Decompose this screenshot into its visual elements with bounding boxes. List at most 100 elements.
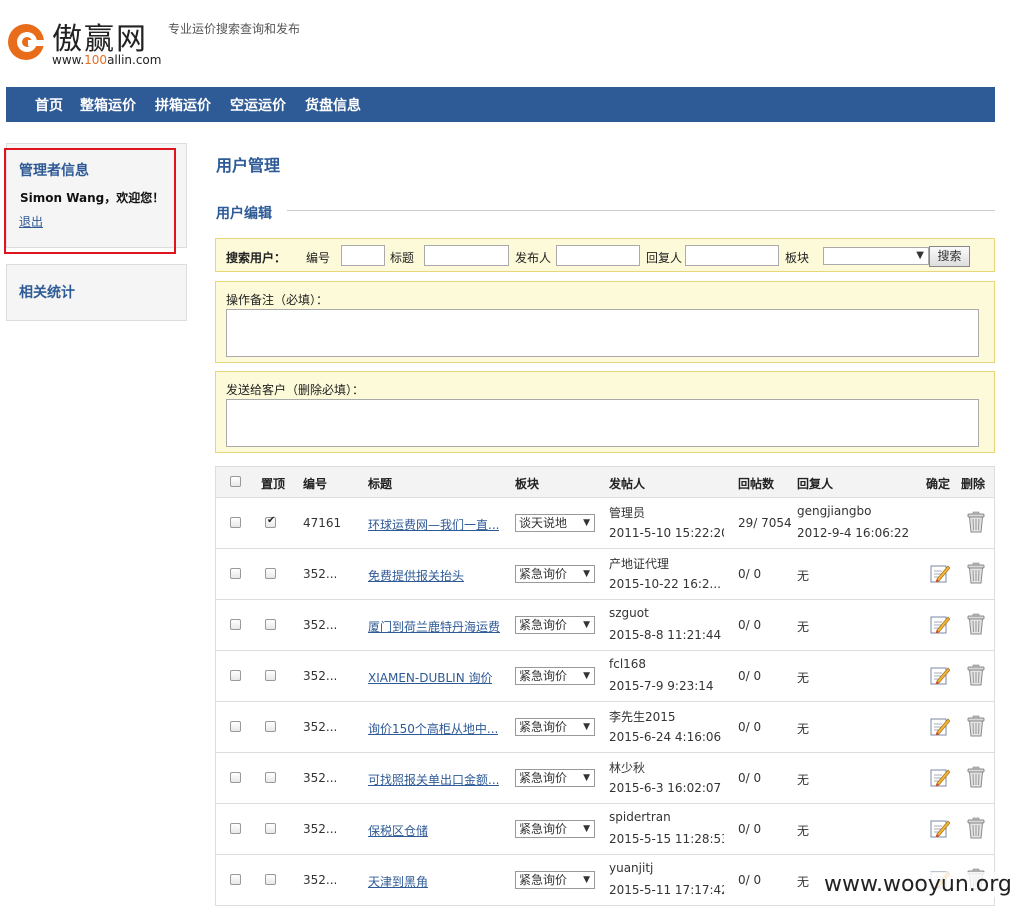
row-select-checkbox[interactable] <box>230 721 241 732</box>
row-board-select[interactable]: 紧急询价 ▼ <box>515 871 595 889</box>
trash-icon[interactable] <box>967 715 985 737</box>
row-replier: gengjiangbo <box>797 504 872 518</box>
row-replies: 0/ 0 <box>738 618 762 632</box>
row-board-value: 紧急询价 <box>519 669 568 683</box>
table-row: 352... 可找照报关单出口金额... 紧急询价 ▼ 林少秋 2015-6-3 16:0… <box>216 753 994 804</box>
row-pin-checkbox[interactable] <box>265 515 276 528</box>
th-delete: 删除 <box>961 477 986 491</box>
edit-icon[interactable] <box>930 716 951 736</box>
row-post-time: 2015-6-24 4:16:06 <box>609 730 722 744</box>
th-poster: 发帖人 <box>609 477 646 491</box>
row-id: 352... <box>303 822 338 836</box>
board-select[interactable]: ▼ <box>823 247 929 265</box>
row-poster: 产地证代理 <box>609 557 670 571</box>
chevron-down-icon: ▼ <box>583 875 590 885</box>
trash-icon[interactable] <box>967 766 985 788</box>
operation-note-textarea[interactable] <box>226 309 979 357</box>
row-poster: yuanjitj <box>609 861 654 875</box>
nav-lcl-rates[interactable]: 拼箱运价 <box>155 95 211 115</box>
trash-icon[interactable] <box>967 664 985 686</box>
replier-input[interactable] <box>685 245 779 266</box>
row-pin-checkbox[interactable] <box>265 772 276 783</box>
edit-icon[interactable] <box>930 767 951 787</box>
row-post-time: 2015-10-22 16:2... <box>609 577 721 591</box>
row-pin-checkbox[interactable] <box>265 619 276 630</box>
row-pin-checkbox[interactable] <box>265 823 276 834</box>
edit-icon[interactable] <box>930 818 951 838</box>
row-replies: 0/ 0 <box>738 873 762 887</box>
row-select-checkbox[interactable] <box>230 823 241 834</box>
row-replier: 无 <box>797 875 810 889</box>
row-select-checkbox[interactable] <box>230 517 241 528</box>
edit-icon[interactable] <box>930 563 951 583</box>
row-board-select[interactable]: 紧急询价 ▼ <box>515 667 595 685</box>
table-row: 47161 环球运费网—我们一直... 谈天说地 ▼ 管理员 2011-5-10 15:2… <box>216 498 994 549</box>
edit-icon[interactable] <box>930 614 951 634</box>
operation-note-panel: 操作备注（必填）： <box>215 281 995 363</box>
operation-note-label: 操作备注（必填）： <box>226 293 329 307</box>
chevron-down-icon: ▼ <box>583 569 590 579</box>
row-board-select[interactable]: 谈天说地 ▼ <box>515 514 595 532</box>
row-select-checkbox[interactable] <box>230 670 241 681</box>
row-title-link[interactable]: 询价150个高柜从地中... <box>368 720 498 737</box>
row-title-link[interactable]: 厦门到荷兰鹿特丹海运费 <box>368 618 500 635</box>
row-post-time: 2015-5-11 17:17:42 <box>609 883 724 897</box>
row-id: 352... <box>303 720 338 734</box>
title-label: 标题 <box>390 251 415 265</box>
row-id: 47161 <box>303 516 342 530</box>
th-title: 标题 <box>368 477 393 491</box>
edit-icon[interactable] <box>930 665 951 685</box>
nav-fcl-rates[interactable]: 整箱运价 <box>80 95 136 115</box>
main-nav: 首页 整箱运价 拼箱运价 空运运价 货盘信息 <box>6 87 995 122</box>
row-select-checkbox[interactable] <box>230 619 241 630</box>
send-customer-label: 发送给客户（删除必填）： <box>226 383 365 397</box>
poster-input[interactable] <box>556 245 640 266</box>
row-title-link[interactable]: 可找照报关单出口金额... <box>368 771 499 788</box>
row-pin-checkbox[interactable] <box>265 721 276 732</box>
row-title-link[interactable]: 免费提供报关抬头 <box>368 567 464 584</box>
row-reply-time: 2012-9-4 16:06:22 <box>797 526 910 540</box>
row-board-select[interactable]: 紧急询价 ▼ <box>515 565 595 583</box>
id-label: 编号 <box>306 251 331 265</box>
chevron-down-icon: ▼ <box>583 722 590 732</box>
title-input[interactable] <box>424 245 509 266</box>
row-select-checkbox[interactable] <box>230 874 241 885</box>
nav-air-rates[interactable]: 空运运价 <box>230 95 286 115</box>
row-board-select[interactable]: 紧急询价 ▼ <box>515 616 595 634</box>
row-board-select[interactable]: 紧急询价 ▼ <box>515 820 595 838</box>
row-title-link[interactable]: XIAMEN-DUBLIN 询价 <box>368 669 492 686</box>
trash-icon[interactable] <box>967 613 985 635</box>
trash-icon[interactable] <box>967 562 985 584</box>
nav-home[interactable]: 首页 <box>35 95 63 115</box>
chevron-down-icon: ▼ <box>583 518 590 528</box>
row-title-link[interactable]: 环球运费网—我们一直... <box>368 516 499 533</box>
row-replier: 无 <box>797 773 810 787</box>
row-replier: 无 <box>797 620 810 634</box>
row-poster: 林少秋 <box>609 761 646 775</box>
row-post-time: 2015-6-3 16:02:07 <box>609 781 722 795</box>
id-input[interactable] <box>341 245 385 266</box>
select-all-checkbox[interactable] <box>230 476 241 487</box>
row-board-select[interactable]: 紧急询价 ▼ <box>515 769 595 787</box>
th-id: 编号 <box>303 477 328 491</box>
row-select-checkbox[interactable] <box>230 772 241 783</box>
section-divider <box>287 210 995 211</box>
send-customer-textarea[interactable] <box>226 399 979 447</box>
row-title-link[interactable]: 保税区仓储 <box>368 822 428 839</box>
stats-title[interactable]: 相关统计 <box>19 282 75 302</box>
row-board-select[interactable]: 紧急询价 ▼ <box>515 718 595 736</box>
row-pin-checkbox[interactable] <box>265 670 276 681</box>
row-pin-checkbox[interactable] <box>265 874 276 885</box>
row-pin-checkbox[interactable] <box>265 568 276 579</box>
highlight-box <box>4 148 176 254</box>
row-select-checkbox[interactable] <box>230 568 241 579</box>
trash-icon[interactable] <box>967 511 985 533</box>
row-title-link[interactable]: 天津到黑角 <box>368 873 428 890</box>
nav-cargo-info[interactable]: 货盘信息 <box>305 95 361 115</box>
search-label: 搜索用户： <box>226 251 287 265</box>
slogan: 专业运价搜索查询和发布 <box>168 22 301 36</box>
row-replies: 29/ 7054 <box>738 516 792 530</box>
replier-label: 回复人 <box>646 251 683 265</box>
search-button[interactable]: 搜索 <box>929 246 970 267</box>
trash-icon[interactable] <box>967 817 985 839</box>
